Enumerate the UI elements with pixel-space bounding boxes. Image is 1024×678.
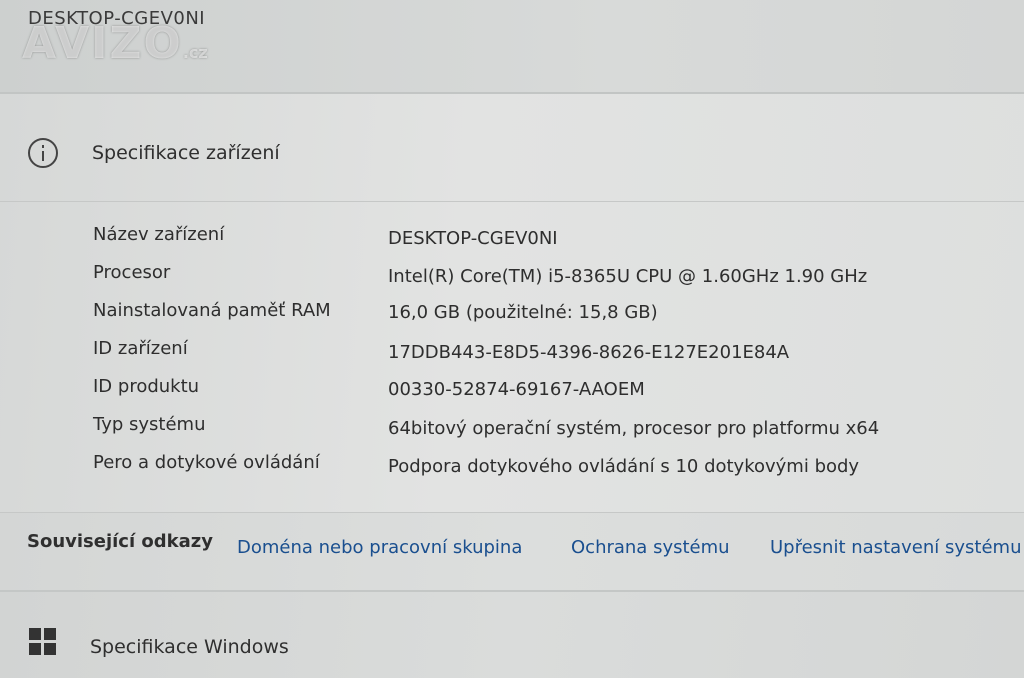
link-domain-workgroup[interactable]: Doména nebo pracovní skupina xyxy=(237,537,522,558)
spec-value: 64bitový operační systém, procesor pro p… xyxy=(388,418,880,439)
spec-label: Procesor xyxy=(93,262,171,283)
top-header: DESKTOP-CGEV0NI AVIZO.cz xyxy=(0,0,1024,92)
spec-value: Podpora dotykového ovládání s 10 dotykov… xyxy=(388,456,860,477)
spec-row: ID zařízení 17DDB443-E8D5-4396-8626-E127… xyxy=(0,338,1024,368)
windows-logo-icon xyxy=(29,628,57,656)
spec-row: Pero a dotykové ovládání Podpora dotykov… xyxy=(0,452,1024,482)
settings-about-page: DESKTOP-CGEV0NI AVIZO.cz Specifikace zař… xyxy=(0,0,1024,678)
spec-row: Název zařízení DESKTOP-CGEV0NI xyxy=(0,224,1024,254)
spec-value: 00330-52874-69167-AAOEM xyxy=(388,379,645,400)
spec-label: Typ systému xyxy=(93,414,206,435)
spec-label: Název zařízení xyxy=(93,224,225,245)
info-icon xyxy=(28,138,58,168)
spec-row: ID produktu 00330-52874-69167-AAOEM xyxy=(0,376,1024,406)
device-specs-title: Specifikace zařízení xyxy=(92,142,280,164)
windows-specs-title: Specifikace Windows xyxy=(90,636,289,658)
device-specs-header[interactable]: Specifikace zařízení xyxy=(0,94,1024,202)
link-system-protection[interactable]: Ochrana systému xyxy=(571,537,730,558)
windows-specs-header[interactable]: Specifikace Windows xyxy=(0,592,1024,678)
spec-value: 16,0 GB (použitelné: 15,8 GB) xyxy=(388,302,658,323)
spec-row: Nainstalovaná paměť RAM 16,0 GB (použite… xyxy=(0,300,1024,330)
spec-row: Typ systému 64bitový operační systém, pr… xyxy=(0,414,1024,444)
spec-value: Intel(R) Core(TM) i5-8365U CPU @ 1.60GHz… xyxy=(388,266,868,287)
spec-row: Procesor Intel(R) Core(TM) i5-8365U CPU … xyxy=(0,262,1024,292)
spec-label: ID zařízení xyxy=(93,338,188,359)
spec-label: Nainstalovaná paměť RAM xyxy=(93,300,331,321)
spec-label: Pero a dotykové ovládání xyxy=(93,452,320,473)
spec-value: DESKTOP-CGEV0NI xyxy=(388,228,558,249)
related-links-label: Související odkazy xyxy=(27,531,213,552)
watermark-logo: AVIZO.cz xyxy=(22,18,208,69)
spec-value: 17DDB443-E8D5-4396-8626-E127E201E84A xyxy=(388,342,790,363)
related-links-bar: Související odkazy Doména nebo pracovní … xyxy=(0,512,1024,592)
spec-label: ID produktu xyxy=(93,376,200,397)
link-advanced-system-settings[interactable]: Upřesnit nastavení systému xyxy=(770,537,1022,558)
